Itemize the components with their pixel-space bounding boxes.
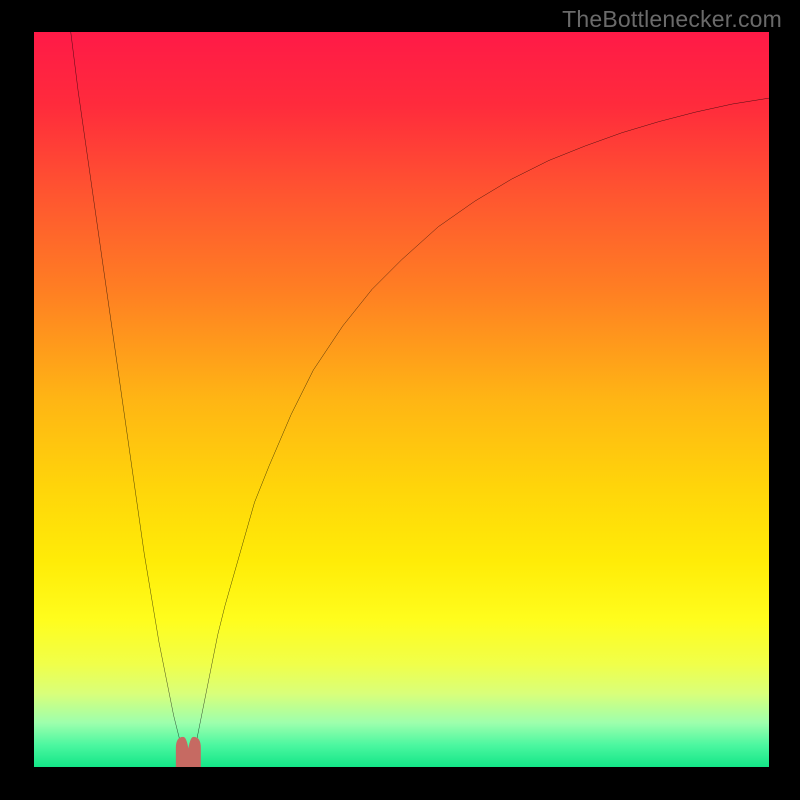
min-marker	[34, 32, 769, 767]
chart-frame: TheBottlenecker.com	[0, 0, 800, 800]
watermark-text: TheBottlenecker.com	[562, 6, 782, 33]
plot-area	[34, 32, 769, 767]
